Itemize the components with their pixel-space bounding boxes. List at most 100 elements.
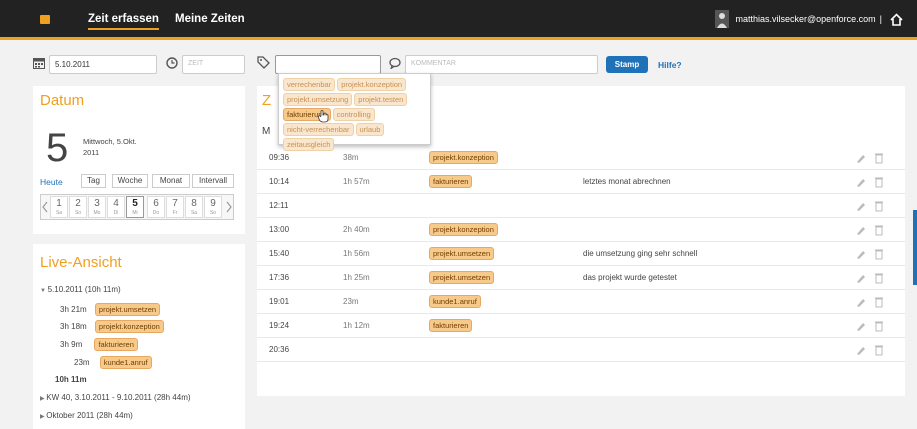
row-tag[interactable]: fakturieren — [429, 319, 473, 332]
view-monat-button[interactable]: Monat — [152, 174, 190, 188]
live-week-label: KW 40, 3.10.2011 - 9.10.2011 (28h 44m) — [46, 393, 191, 402]
table-row[interactable]: 20:36 — [257, 338, 905, 362]
tag-icon — [257, 56, 270, 69]
tab-zeit-erfassen[interactable]: Zeit erfassen — [88, 13, 159, 30]
row-time: 09:36 — [269, 153, 290, 162]
dropdown-tag-option[interactable]: controlling — [332, 108, 375, 121]
row-tag[interactable]: projekt.umsetzen — [429, 247, 495, 260]
edit-pencil-icon — [857, 323, 865, 331]
table-row[interactable]: 17:36 1h 25m projekt.umsetzen das projek… — [257, 266, 905, 290]
home-icon[interactable] — [890, 12, 903, 26]
user-email[interactable]: matthias.vilsecker@openforce.com — [735, 14, 875, 24]
table-row[interactable]: 19:24 1h 12m fakturieren — [257, 314, 905, 338]
live-day-header-label: 5.10.2011 (10h 11m) — [47, 285, 121, 294]
week-day-cell[interactable]: 4 Di — [107, 196, 125, 218]
week-day-cell[interactable]: 8 Sa — [185, 196, 203, 218]
row-time: 19:01 — [269, 297, 290, 306]
dropdown-tag-option[interactable]: verrechenbar — [283, 78, 336, 91]
comment-input[interactable]: KOMMENTAR — [405, 55, 598, 74]
entries-header-fragment: M — [262, 126, 271, 137]
row-duration: 23m — [343, 297, 359, 306]
week-day-cell-selected[interactable]: 5 Mi — [126, 196, 144, 218]
row-actions — [857, 201, 883, 212]
trash-icon — [875, 321, 883, 332]
live-total: 10h 11m — [55, 375, 87, 384]
table-row[interactable]: 09:36 38m projekt.konzeption — [257, 146, 905, 170]
view-woche-button[interactable]: Woche — [112, 174, 148, 188]
dropdown-tag-option[interactable]: nicht-verrechenbar — [283, 123, 354, 136]
chevron-left-icon[interactable] — [42, 201, 48, 213]
tab-meine-zeiten[interactable]: Meine Zeiten — [175, 13, 245, 25]
week-day-cell[interactable]: 7 Fr — [166, 196, 184, 218]
stamp-button[interactable]: Stamp — [606, 56, 648, 73]
datum-title: Datum — [40, 92, 85, 109]
dropdown-tag-option[interactable]: urlaub — [355, 123, 385, 136]
edit-pencil-icon — [857, 275, 865, 283]
hand-cursor-icon — [318, 110, 329, 123]
row-comment: die umsetzung ging sehr schnell — [583, 249, 698, 258]
edit-pencil-icon — [857, 347, 865, 355]
live-entry-tag[interactable]: projekt.umsetzen — [94, 303, 161, 316]
user-avatar-icon — [715, 10, 730, 28]
dropdown-tag-option[interactable]: projekt.umsetzung — [283, 93, 353, 106]
row-tag[interactable]: kunde1.anruf — [429, 295, 481, 308]
dropdown-tag-option[interactable]: projekt.konzeption — [337, 78, 407, 91]
view-tag-button[interactable]: Tag — [81, 174, 106, 188]
help-link[interactable]: Hilfe? — [658, 60, 682, 70]
live-month-row[interactable]: ▶ Oktober 2011 (28h 44m) — [40, 411, 133, 420]
edit-pencil-icon — [857, 179, 865, 187]
week-day-cell[interactable]: 6 Do — [147, 196, 165, 218]
table-row[interactable]: 13:00 2h 40m projekt.konzeption — [257, 218, 905, 242]
live-entry: 3h 18m projekt.konzeption — [60, 320, 164, 333]
view-intervall-button[interactable]: Intervall — [192, 174, 234, 188]
row-actions — [857, 321, 883, 332]
chevron-right-icon[interactable] — [226, 201, 232, 213]
row-duration: 1h 12m — [343, 321, 370, 330]
week-day-cell[interactable]: 3 Mo — [88, 196, 106, 218]
trash-icon — [875, 201, 883, 212]
live-entry-tag[interactable]: kunde1.anruf — [99, 356, 152, 369]
app-logo[interactable] — [40, 15, 50, 24]
live-entry: 3h 21m projekt.umsetzen — [60, 303, 161, 316]
week-day-cell[interactable]: 2 So — [69, 196, 87, 218]
live-title: Live-Ansicht — [40, 254, 122, 271]
calendar-icon[interactable] — [33, 57, 45, 69]
clock-icon — [166, 57, 178, 69]
date-input[interactable]: 5.10.2011 — [49, 55, 157, 74]
table-row[interactable]: 19:01 23m kunde1.anruf — [257, 290, 905, 314]
separator: | — [879, 14, 882, 24]
live-entry-duration: 23m — [74, 358, 90, 367]
row-tag[interactable]: projekt.konzeption — [429, 223, 498, 236]
current-date-text: Mittwoch, 5.Okt. 2011 — [83, 136, 137, 158]
edit-pencil-icon — [857, 227, 865, 235]
row-tag[interactable]: projekt.konzeption — [429, 151, 498, 164]
row-comment: letztes monat abrechnen — [583, 177, 671, 186]
row-duration: 1h 57m — [343, 177, 370, 186]
week-day-cell[interactable]: 1 Sa — [50, 196, 68, 218]
live-entry-duration: 3h 21m — [60, 305, 87, 314]
row-tag[interactable]: fakturieren — [429, 175, 473, 188]
entries-title-fragment: Z — [262, 92, 272, 109]
row-time: 20:36 — [269, 345, 290, 354]
top-navigation-bar: Zeit erfassen Meine Zeiten matthias.vils… — [0, 0, 917, 40]
dropdown-tag-option[interactable]: zeitausgleich — [283, 138, 335, 151]
week-day-cell[interactable]: 9 So — [204, 196, 222, 218]
live-day-header[interactable]: ▼ 5.10.2011 (10h 11m) — [40, 285, 121, 294]
edit-pencil-icon — [857, 251, 865, 259]
table-row[interactable]: 12:11 — [257, 194, 905, 218]
side-scroll-indicator[interactable] — [913, 210, 917, 285]
tag-input[interactable] — [275, 55, 381, 74]
time-input[interactable]: ZEIT — [182, 55, 245, 74]
edit-pencil-icon — [857, 203, 865, 211]
dropdown-tag-option[interactable]: projekt.testen — [354, 93, 408, 106]
live-entry-tag[interactable]: fakturieren — [94, 338, 138, 351]
table-row[interactable]: 10:14 1h 57m fakturieren letztes monat a… — [257, 170, 905, 194]
row-duration: 38m — [343, 153, 359, 162]
today-link[interactable]: Heute — [40, 177, 63, 187]
row-duration: 1h 56m — [343, 249, 370, 258]
live-entry-tag[interactable]: projekt.konzeption — [94, 320, 164, 333]
row-tag[interactable]: projekt.umsetzen — [429, 271, 495, 284]
live-month-label: Oktober 2011 (28h 44m) — [46, 411, 133, 420]
table-row[interactable]: 15:40 1h 56m projekt.umsetzen die umsetz… — [257, 242, 905, 266]
live-week-row[interactable]: ▶ KW 40, 3.10.2011 - 9.10.2011 (28h 44m) — [40, 393, 191, 402]
